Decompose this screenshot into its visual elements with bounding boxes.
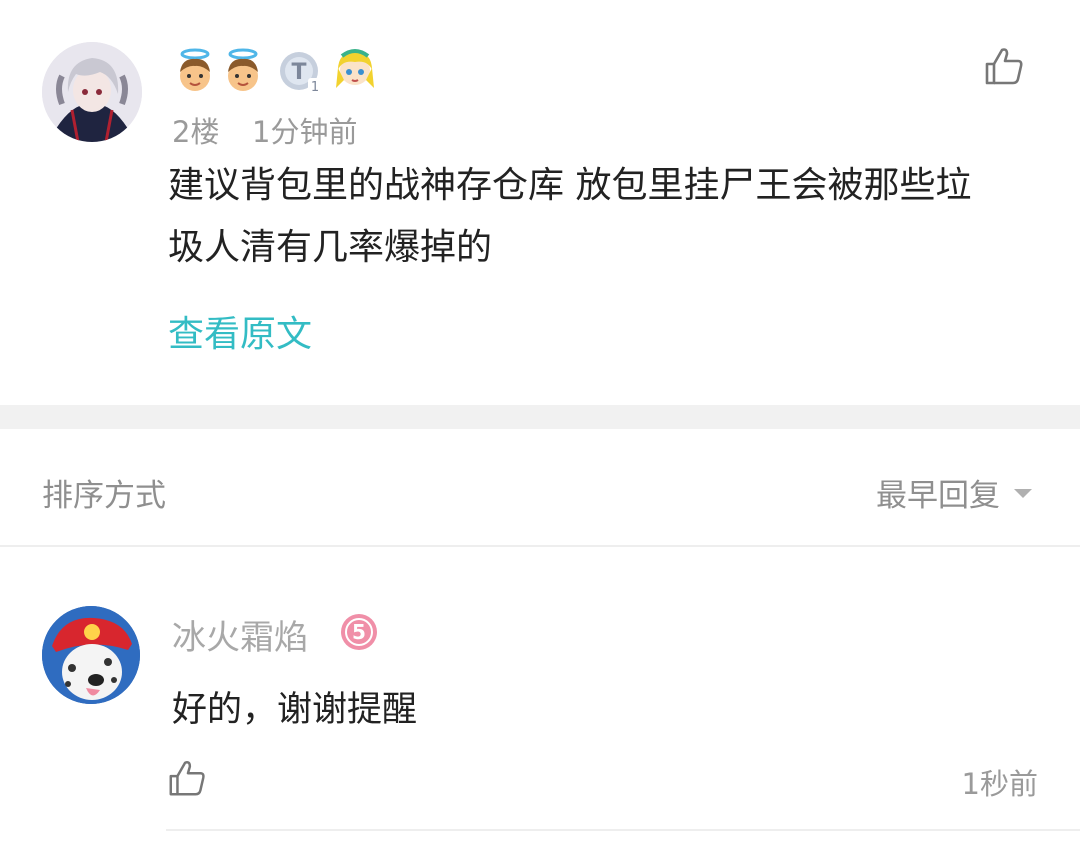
dropdown-arrow-icon xyxy=(1014,488,1032,498)
angel-badge-icon xyxy=(180,48,210,91)
reply-divider xyxy=(166,829,1080,831)
reply-like-thumb-icon[interactable] xyxy=(166,757,208,799)
reply-time: 1秒前 xyxy=(961,767,1038,801)
sort-label: 排序方式 xyxy=(42,478,166,514)
sort-divider xyxy=(0,545,1080,547)
reply-user-avatar[interactable] xyxy=(42,606,140,704)
svg-text:5: 5 xyxy=(352,620,366,644)
like-thumb-icon[interactable] xyxy=(982,44,1026,88)
view-original-link[interactable]: 查看原文 xyxy=(168,305,312,357)
commenter-avatar[interactable] xyxy=(42,42,142,142)
reply-username[interactable]: 冰火霜焰 xyxy=(172,610,308,659)
comment-text-line2: 圾人清有几率爆掉的 xyxy=(168,227,493,268)
comment-floor: 2楼 xyxy=(172,115,220,149)
sort-selected-label: 最早回复 xyxy=(876,478,1000,514)
comment-text-line1: 建议背包里的战神存仓库 放包里挂尸王会被那些垃 xyxy=(168,165,972,206)
reply-text: 好的，谢谢提醒 xyxy=(172,690,418,730)
section-separator xyxy=(0,405,1080,429)
svg-text:T: T xyxy=(291,60,306,85)
comment-time: 1分钟前 xyxy=(252,115,358,149)
anime-character-badge-icon xyxy=(336,49,374,88)
t1-title-badge-icon: T 1 xyxy=(280,52,322,94)
angel-badge-icon xyxy=(228,48,258,91)
svg-text:1: 1 xyxy=(311,80,319,94)
sort-order-dropdown[interactable]: 最早回复 xyxy=(876,470,1034,515)
user-level-badge: 5 xyxy=(341,614,377,650)
